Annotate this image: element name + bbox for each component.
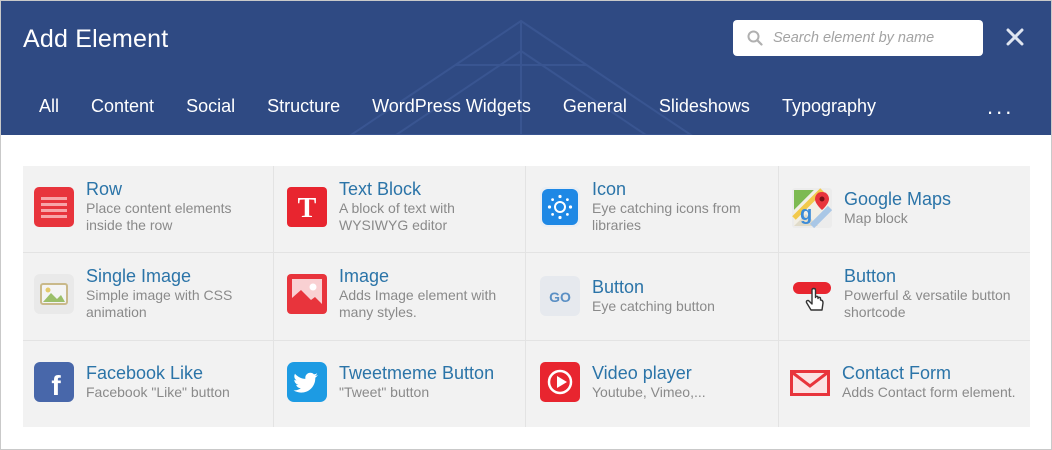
single-image-icon xyxy=(34,273,74,314)
element-image[interactable]: Image Adds Image element with many style… xyxy=(287,266,496,321)
search-input[interactable] xyxy=(773,23,973,53)
svg-text:g: g xyxy=(800,203,812,225)
element-description: Simple image with CSS xyxy=(86,287,233,303)
element-row[interactable]: Row Place content elements inside the ro… xyxy=(34,179,232,234)
element-description: Youtube, Vimeo,... xyxy=(592,384,706,400)
element-description: Adds Contact form element. xyxy=(842,384,1016,400)
element-description: shortcode xyxy=(844,304,906,320)
dialog-header: Add Element All Content Social Structure… xyxy=(1,1,1051,135)
element-contact-form[interactable]: Contact Form Adds Contact form element. xyxy=(790,362,1016,402)
element-name: Single Image xyxy=(86,266,192,286)
element-description: Eye catching icons from xyxy=(592,200,741,216)
tab-all[interactable]: All xyxy=(23,93,75,119)
add-element-dialog: Add Element All Content Social Structure… xyxy=(0,0,1052,450)
close-icon[interactable] xyxy=(1003,25,1027,49)
tab-structure[interactable]: Structure xyxy=(251,93,356,119)
category-tabs: All Content Social Structure WordPress W… xyxy=(23,93,892,119)
element-description: Eye catching button xyxy=(592,298,715,314)
contact-form-icon xyxy=(790,362,830,402)
element-icon[interactable]: Icon Eye catching icons from libraries xyxy=(540,179,741,234)
element-button[interactable]: GO Button Eye catching button xyxy=(540,276,715,316)
tab-social[interactable]: Social xyxy=(170,93,251,119)
icon-element-icon xyxy=(540,186,580,227)
twitter-icon xyxy=(287,362,327,402)
element-name: Row xyxy=(86,179,123,199)
element-name: Button xyxy=(592,277,645,297)
image-icon xyxy=(287,273,327,314)
element-tweetmeme-button[interactable]: Tweetmeme Button "Tweet" button xyxy=(287,362,494,402)
element-name: Contact Form xyxy=(842,363,952,383)
element-video-player[interactable]: Video player Youtube, Vimeo,... xyxy=(540,362,706,402)
tab-content[interactable]: Content xyxy=(75,93,170,119)
tab-typography[interactable]: Typography xyxy=(766,93,892,119)
element-description: libraries xyxy=(592,217,642,233)
element-name: Tweetmeme Button xyxy=(339,363,495,383)
grid-divider xyxy=(23,252,1030,253)
row-icon xyxy=(34,186,74,227)
facebook-icon: f xyxy=(34,362,74,402)
element-description: animation xyxy=(86,304,147,320)
google-maps-icon: g xyxy=(792,188,832,228)
element-name: Google Maps xyxy=(844,189,952,209)
element-name: Icon xyxy=(592,179,627,199)
text-block-letter: T xyxy=(298,193,317,224)
video-player-icon xyxy=(540,362,580,402)
more-tabs-button[interactable]: ... xyxy=(987,96,1014,118)
grid-divider xyxy=(23,340,1030,341)
element-description: WYSIWYG editor xyxy=(339,217,448,233)
element-name: Text Block xyxy=(339,179,422,199)
element-description: many styles. xyxy=(339,304,417,320)
go-button-icon: GO xyxy=(540,276,580,316)
dialog-title: Add Element xyxy=(23,25,169,53)
element-name: Facebook Like xyxy=(86,363,204,383)
search-icon xyxy=(747,30,763,46)
element-description: "Tweet" button xyxy=(339,384,430,400)
element-description: Map block xyxy=(844,210,908,226)
element-facebook-like[interactable]: f Facebook Like Facebook "Like" button xyxy=(34,362,230,402)
element-google-maps[interactable]: g Google Maps Map block xyxy=(792,188,951,228)
element-text-block[interactable]: T Text Block A block of text with WYSIWY… xyxy=(287,179,455,234)
element-name: Image xyxy=(339,266,390,286)
tab-slideshows[interactable]: Slideshows xyxy=(643,93,766,119)
element-single-image[interactable]: Single Image Simple image with CSS anima… xyxy=(34,266,232,321)
element-name: Button xyxy=(844,266,897,286)
search-field[interactable] xyxy=(733,20,983,56)
element-name: Video player xyxy=(592,363,692,383)
element-description: Powerful & versatile button xyxy=(844,287,1011,303)
grid-divider xyxy=(525,166,526,427)
element-description: Adds Image element with xyxy=(339,287,497,303)
element-grid: Row Place content elements inside the ro… xyxy=(23,166,1030,427)
element-description: A block of text with xyxy=(339,200,455,216)
grid-divider xyxy=(273,166,274,427)
element-button-shortcode[interactable]: Button Powerful & versatile button short… xyxy=(792,266,1011,321)
go-button-letters: GO xyxy=(549,289,571,305)
tab-wordpress-widgets[interactable]: WordPress Widgets xyxy=(356,93,547,119)
pointer-button-icon xyxy=(792,274,832,314)
grid-divider xyxy=(778,166,779,427)
element-description: Place content elements xyxy=(86,200,232,216)
text-block-icon: T xyxy=(287,186,327,227)
element-description: Facebook "Like" button xyxy=(86,384,230,400)
element-description: inside the row xyxy=(86,217,173,233)
facebook-letter: f xyxy=(51,370,61,401)
tab-general[interactable]: General xyxy=(547,93,643,119)
